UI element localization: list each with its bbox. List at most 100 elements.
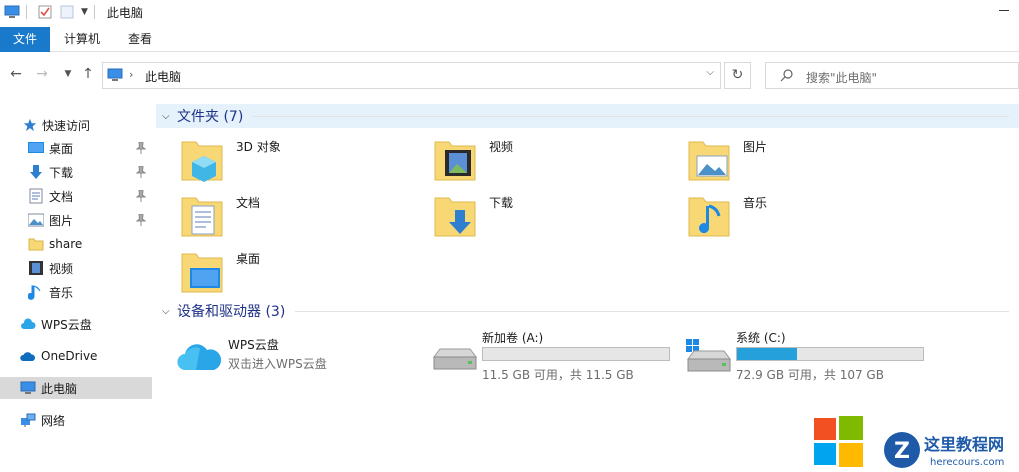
wps-cloud-icon	[177, 344, 222, 371]
refresh-button[interactable]: ↻	[724, 62, 751, 89]
pin-icon[interactable]	[136, 190, 146, 202]
pin-icon[interactable]	[136, 142, 146, 154]
desktop-icon	[28, 142, 44, 153]
group-header-devices[interactable]: ⌵ 设备和驱动器 (3)	[156, 299, 1019, 323]
watermark-logo: Z 这里教程网 herecours.com	[814, 416, 1004, 468]
folder-videos[interactable]: 视频	[433, 136, 673, 186]
new-folder-icon[interactable]	[59, 4, 75, 20]
breadcrumb-this-pc[interactable]: 此电脑	[145, 68, 181, 85]
divider	[253, 115, 1009, 117]
sidebar-item-quick-access[interactable]: 快速访问	[0, 114, 152, 136]
network-icon	[21, 413, 36, 427]
sidebar-label: 桌面	[49, 141, 74, 156]
sidebar-label: share	[49, 237, 83, 251]
desktop-folder-icon	[181, 253, 223, 293]
computer-icon	[107, 68, 123, 81]
sidebar-label: WPS云盘	[41, 317, 92, 332]
tab-file[interactable]: 文件	[0, 27, 51, 52]
cloud-icon	[21, 318, 36, 329]
sidebar-item-share[interactable]: share	[0, 233, 152, 255]
up-button[interactable]: ↑	[80, 66, 96, 82]
sidebar-item-onedrive[interactable]: OneDrive	[0, 345, 152, 367]
drive-free-space: 72.9 GB 可用，共 107 GB	[736, 368, 884, 382]
separator	[93, 5, 95, 19]
onedrive-icon	[20, 352, 36, 361]
address-bar[interactable]: › 此电脑 ⌵	[102, 62, 721, 89]
minimize-button[interactable]	[997, 4, 1011, 18]
sidebar-label: 音乐	[49, 285, 74, 300]
device-name: WPS云盘	[228, 338, 279, 352]
folder-desktop[interactable]: 桌面	[180, 248, 420, 298]
quick-access-dropdown-icon[interactable]: ▼	[81, 7, 88, 17]
folder-3d-objects[interactable]: 3D 对象	[180, 136, 420, 186]
group-title: 文件夹 (7)	[177, 109, 244, 125]
sidebar-label: 文档	[49, 189, 74, 204]
sidebar-item-downloads[interactable]: 下载	[0, 161, 152, 183]
star-icon	[23, 118, 37, 132]
navigation-bar: ← → ▼ ↑ › 此电脑 ⌵ ↻ 搜索"此电脑"	[0, 60, 1019, 90]
drive-free-space: 11.5 GB 可用，共 11.5 GB	[482, 368, 634, 382]
computer-icon[interactable]	[4, 4, 20, 20]
pin-icon[interactable]	[136, 166, 146, 178]
sidebar-item-music[interactable]: 音乐	[0, 281, 152, 303]
3d-objects-folder-icon	[181, 141, 223, 182]
folder-music[interactable]: 音乐	[687, 192, 927, 242]
folder-downloads[interactable]: 下载	[433, 192, 673, 242]
pin-icon[interactable]	[136, 214, 146, 226]
group-header-folders[interactable]: ⌵ 文件夹 (7)	[156, 104, 1019, 128]
properties-icon[interactable]	[37, 4, 53, 20]
forward-button[interactable]: →	[34, 66, 50, 82]
search-input[interactable]: 搜索"此电脑"	[765, 62, 1019, 89]
folder-name: 3D 对象	[236, 140, 281, 154]
computer-icon	[20, 381, 36, 394]
chevron-down-icon[interactable]: ⌵	[162, 306, 174, 317]
drive-a[interactable]: 新加卷 (A:) 11.5 GB 可用，共 11.5 GB	[430, 329, 680, 382]
pictures-folder-icon	[688, 141, 730, 181]
folder-name: 下载	[489, 196, 514, 210]
drive-usage-bar	[482, 347, 670, 361]
sidebar-label: 视频	[49, 261, 74, 276]
folder-icon	[28, 238, 44, 251]
sidebar-label: 图片	[49, 213, 74, 228]
drive-c[interactable]: 系统 (C:) 72.9 GB 可用，共 107 GB	[684, 329, 934, 382]
back-button[interactable]: ←	[8, 66, 24, 82]
address-dropdown-icon[interactable]: ⌵	[706, 67, 714, 78]
breadcrumb-chevron-icon[interactable]: ›	[129, 68, 133, 81]
sidebar-item-desktop[interactable]: 桌面	[0, 137, 152, 159]
downloads-folder-icon	[434, 197, 476, 237]
folder-pictures[interactable]: 图片	[687, 136, 927, 186]
sidebar-item-this-pc[interactable]: 此电脑	[0, 377, 152, 399]
sidebar-item-wps-cloud[interactable]: WPS云盘	[0, 313, 152, 335]
video-icon	[29, 261, 43, 275]
drive-usage-fill	[737, 348, 797, 360]
documents-folder-icon	[181, 197, 223, 237]
folder-name: 视频	[489, 140, 514, 154]
document-icon	[29, 188, 43, 204]
search-placeholder: 搜索"此电脑"	[806, 71, 878, 85]
ribbon-tabs: 文件 计算机 查看	[0, 27, 1019, 52]
sidebar-label: OneDrive	[41, 349, 98, 363]
folder-documents[interactable]: 文档	[180, 192, 420, 242]
sidebar-label: 快速访问	[42, 118, 91, 133]
svg-text:herecours.com: herecours.com	[930, 457, 1004, 468]
recent-locations-button[interactable]: ▼	[60, 66, 76, 82]
folder-name: 文档	[236, 196, 261, 210]
folder-name: 桌面	[236, 252, 261, 266]
sidebar-item-pictures[interactable]: 图片	[0, 209, 152, 231]
chevron-down-icon[interactable]: ⌵	[162, 111, 174, 122]
window-title: 此电脑	[106, 5, 143, 20]
separator	[26, 5, 27, 19]
tab-view[interactable]: 查看	[114, 27, 166, 52]
device-wps-cloud[interactable]: WPS云盘 双击进入WPS云盘	[176, 336, 426, 388]
sidebar-item-videos[interactable]: 视频	[0, 257, 152, 279]
sidebar-item-documents[interactable]: 文档	[0, 185, 152, 207]
drive-name: 系统 (C:)	[736, 331, 786, 345]
videos-folder-icon	[434, 141, 476, 181]
download-icon	[30, 165, 42, 179]
tab-computer[interactable]: 计算机	[50, 27, 114, 52]
sidebar-item-network[interactable]: 网络	[0, 409, 152, 431]
music-folder-icon	[688, 197, 730, 237]
device-subtitle: 双击进入WPS云盘	[228, 357, 327, 371]
music-icon	[28, 285, 41, 300]
group-title: 设备和驱动器 (3)	[177, 304, 286, 320]
